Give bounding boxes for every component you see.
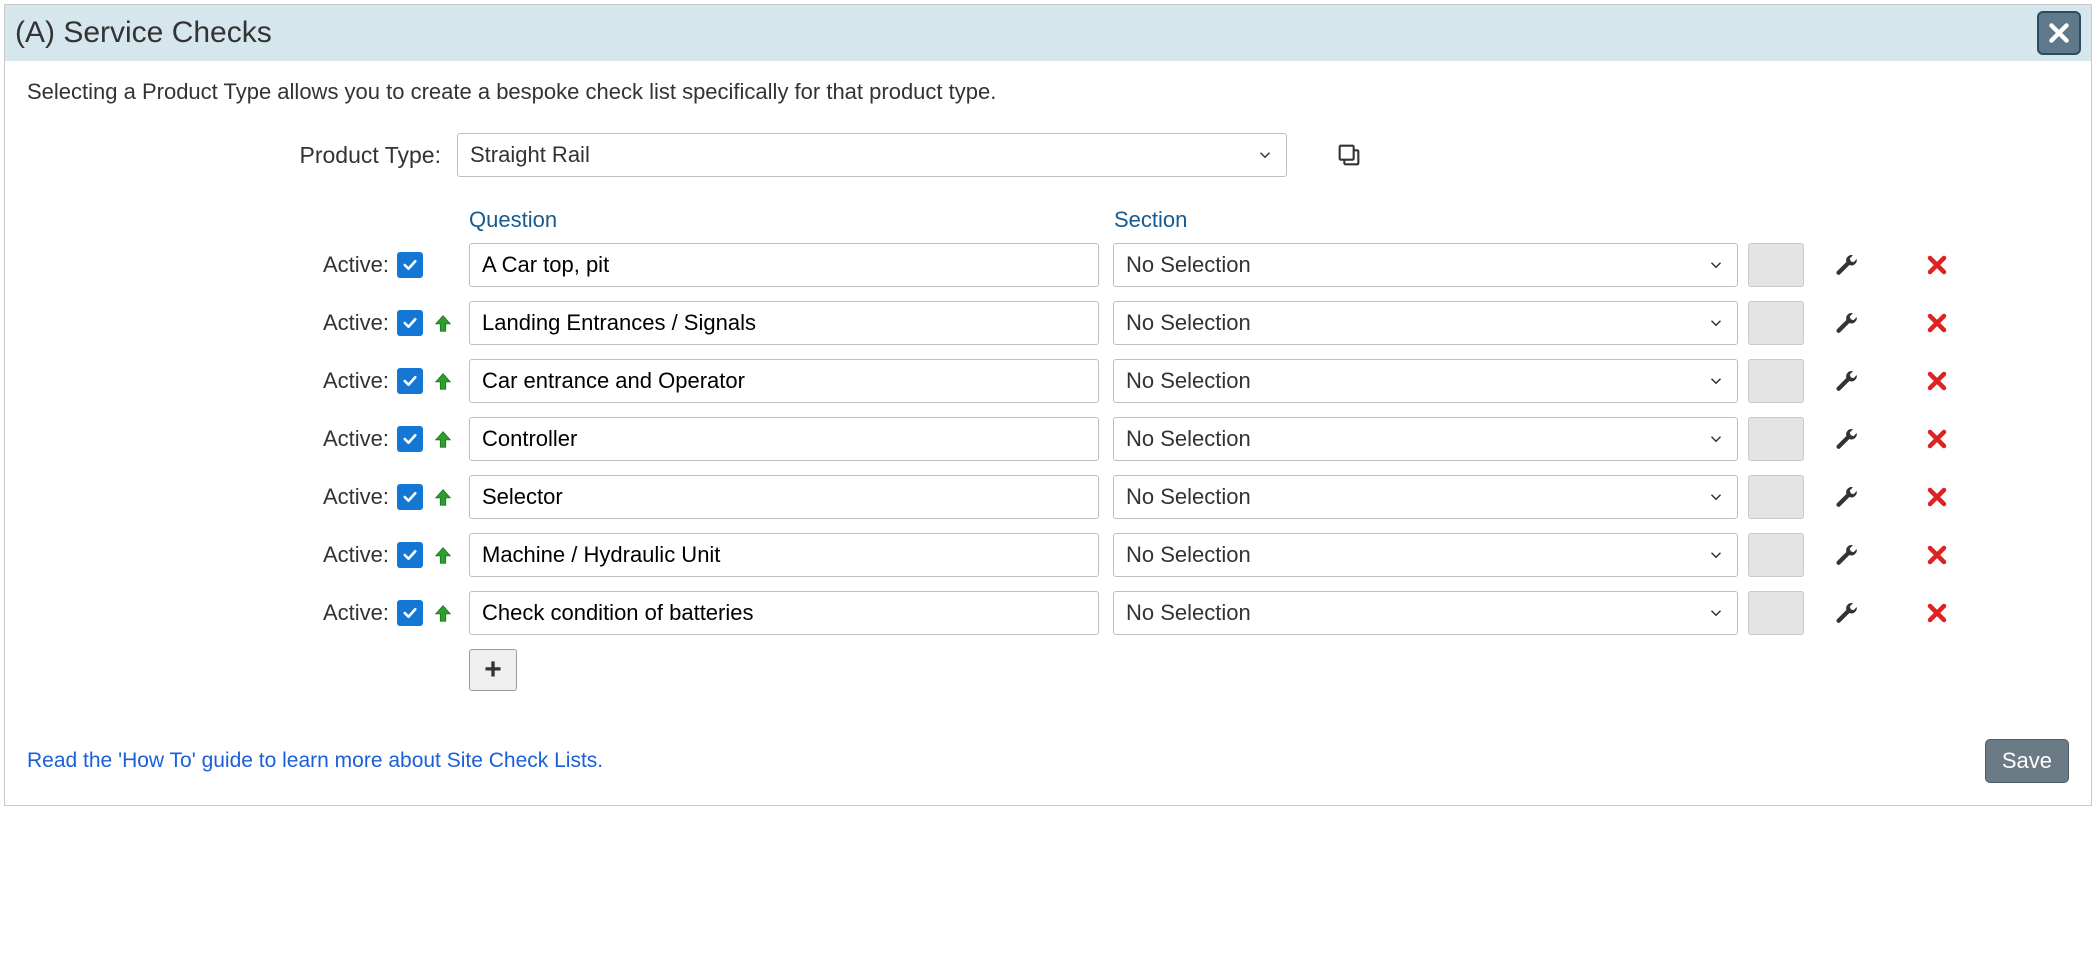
- dialog-footer: Read the 'How To' guide to learn more ab…: [27, 739, 2069, 783]
- active-label: Active:: [323, 252, 389, 278]
- section-value: No Selection: [1126, 600, 1251, 626]
- section-value: No Selection: [1126, 368, 1251, 394]
- move-up-button[interactable]: [431, 369, 455, 393]
- close-icon: [2046, 20, 2072, 46]
- question-input[interactable]: [469, 301, 1099, 345]
- move-up-button[interactable]: [431, 543, 455, 567]
- active-cell: Active:: [27, 542, 469, 568]
- active-checkbox[interactable]: [397, 600, 423, 626]
- add-row-button[interactable]: +: [469, 649, 517, 691]
- move-up-button[interactable]: [431, 311, 455, 335]
- delete-button[interactable]: [1916, 534, 1958, 576]
- check-row: Active: No Selection: [27, 301, 2069, 345]
- question-input[interactable]: [469, 533, 1099, 577]
- column-header-section: Section: [1114, 207, 1754, 233]
- move-up-button[interactable]: [431, 601, 455, 625]
- delete-button[interactable]: [1916, 476, 1958, 518]
- extra-button[interactable]: [1748, 417, 1804, 461]
- product-type-row: Product Type: Straight Rail: [27, 133, 2069, 177]
- section-select[interactable]: No Selection: [1113, 243, 1738, 287]
- extra-button[interactable]: [1748, 475, 1804, 519]
- active-cell: Active:: [27, 600, 469, 626]
- extra-button[interactable]: [1748, 359, 1804, 403]
- section-value: No Selection: [1126, 542, 1251, 568]
- configure-button[interactable]: [1826, 592, 1868, 634]
- product-type-select[interactable]: Straight Rail: [457, 133, 1287, 177]
- delete-button[interactable]: [1916, 592, 1958, 634]
- check-row: Active: No Selection: [27, 243, 2069, 287]
- copy-icon: [1335, 141, 1363, 169]
- active-checkbox[interactable]: [397, 368, 423, 394]
- save-button[interactable]: Save: [1985, 739, 2069, 783]
- delete-button[interactable]: [1916, 360, 1958, 402]
- section-value: No Selection: [1126, 252, 1251, 278]
- active-label: Active:: [323, 600, 389, 626]
- configure-button[interactable]: [1826, 534, 1868, 576]
- product-type-value: Straight Rail: [470, 142, 590, 168]
- extra-button[interactable]: [1748, 591, 1804, 635]
- active-checkbox[interactable]: [397, 426, 423, 452]
- close-button[interactable]: [2037, 11, 2081, 55]
- extra-button[interactable]: [1748, 301, 1804, 345]
- active-cell: Active:: [27, 368, 469, 394]
- check-row: Active: No Selection: [27, 475, 2069, 519]
- active-label: Active:: [323, 310, 389, 336]
- section-select[interactable]: No Selection: [1113, 301, 1738, 345]
- section-value: No Selection: [1126, 310, 1251, 336]
- intro-text: Selecting a Product Type allows you to c…: [27, 79, 2069, 105]
- column-headers: Question Section: [27, 207, 2069, 233]
- extra-button[interactable]: [1748, 533, 1804, 577]
- question-input[interactable]: [469, 359, 1099, 403]
- question-input[interactable]: [469, 417, 1099, 461]
- configure-button[interactable]: [1826, 418, 1868, 460]
- copy-button[interactable]: [1331, 137, 1367, 173]
- question-input[interactable]: [469, 475, 1099, 519]
- active-checkbox[interactable]: [397, 484, 423, 510]
- move-up-button[interactable]: [431, 485, 455, 509]
- delete-button[interactable]: [1916, 302, 1958, 344]
- active-checkbox[interactable]: [397, 310, 423, 336]
- check-row: Active: No Selection: [27, 359, 2069, 403]
- extra-button[interactable]: [1748, 243, 1804, 287]
- plus-icon: +: [484, 653, 502, 687]
- active-cell: Active:: [27, 426, 469, 452]
- howto-link[interactable]: Read the 'How To' guide to learn more ab…: [27, 749, 603, 773]
- dialog-body: Selecting a Product Type allows you to c…: [5, 61, 2091, 805]
- active-checkbox[interactable]: [397, 542, 423, 568]
- active-cell: Active:: [27, 484, 469, 510]
- active-label: Active:: [323, 542, 389, 568]
- active-label: Active:: [323, 368, 389, 394]
- product-type-label: Product Type:: [27, 142, 457, 169]
- delete-button[interactable]: [1916, 244, 1958, 286]
- dialog-header: (A) Service Checks: [5, 5, 2091, 61]
- check-row: Active: No Selection: [27, 591, 2069, 635]
- active-label: Active:: [323, 484, 389, 510]
- section-select[interactable]: No Selection: [1113, 417, 1738, 461]
- section-value: No Selection: [1126, 484, 1251, 510]
- question-input[interactable]: [469, 591, 1099, 635]
- check-row: Active: No Selection: [27, 417, 2069, 461]
- active-cell: Active:: [27, 310, 469, 336]
- configure-button[interactable]: [1826, 302, 1868, 344]
- active-label: Active:: [323, 426, 389, 452]
- configure-button[interactable]: [1826, 360, 1868, 402]
- section-select[interactable]: No Selection: [1113, 359, 1738, 403]
- section-value: No Selection: [1126, 426, 1251, 452]
- dialog-title: (A) Service Checks: [15, 16, 272, 50]
- section-select[interactable]: No Selection: [1113, 591, 1738, 635]
- section-select[interactable]: No Selection: [1113, 533, 1738, 577]
- service-checks-dialog: (A) Service Checks Selecting a Product T…: [4, 4, 2092, 806]
- rows-container: Active:No SelectionActive:No SelectionAc…: [27, 243, 2069, 635]
- active-cell: Active:: [27, 252, 469, 278]
- active-checkbox[interactable]: [397, 252, 423, 278]
- move-up-button[interactable]: [431, 427, 455, 451]
- column-header-question: Question: [469, 207, 1114, 233]
- configure-button[interactable]: [1826, 244, 1868, 286]
- section-select[interactable]: No Selection: [1113, 475, 1738, 519]
- question-input[interactable]: [469, 243, 1099, 287]
- delete-button[interactable]: [1916, 418, 1958, 460]
- chevron-down-icon: [1256, 146, 1274, 164]
- configure-button[interactable]: [1826, 476, 1868, 518]
- check-row: Active: No Selection: [27, 533, 2069, 577]
